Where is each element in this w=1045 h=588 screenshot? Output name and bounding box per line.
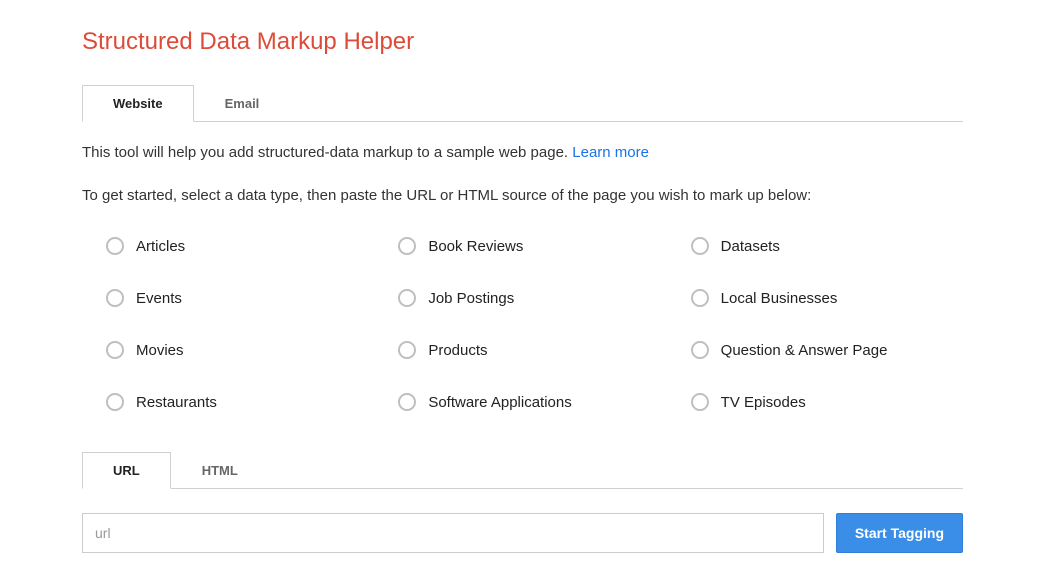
radio-icon [106, 237, 124, 255]
radio-label: Articles [136, 238, 185, 255]
radio-icon [691, 393, 709, 411]
radio-label: Book Reviews [428, 238, 523, 255]
radio-icon [106, 393, 124, 411]
radio-products[interactable]: Products [398, 341, 670, 359]
radio-icon [106, 289, 124, 307]
radio-label: Job Postings [428, 290, 514, 307]
radio-icon [691, 341, 709, 359]
radio-label: Software Applications [428, 394, 571, 411]
radio-book-reviews[interactable]: Book Reviews [398, 237, 670, 255]
radio-datasets[interactable]: Datasets [691, 237, 963, 255]
tab-url[interactable]: URL [82, 452, 171, 489]
instruction-text: To get started, select a data type, then… [82, 185, 963, 208]
radio-label: Local Businesses [721, 290, 838, 307]
radio-label: Question & Answer Page [721, 342, 888, 359]
start-tagging-button[interactable]: Start Tagging [836, 513, 963, 553]
data-type-grid: Articles Book Reviews Datasets Events Jo… [82, 237, 963, 411]
radio-label: Restaurants [136, 394, 217, 411]
main-tabs: Website Email [82, 84, 963, 122]
tab-website[interactable]: Website [82, 85, 194, 122]
input-row: Start Tagging [82, 513, 963, 553]
learn-more-link[interactable]: Learn more [572, 144, 649, 161]
radio-icon [398, 341, 416, 359]
radio-label: Events [136, 290, 182, 307]
radio-icon [398, 393, 416, 411]
radio-label: Datasets [721, 238, 780, 255]
radio-question-answer[interactable]: Question & Answer Page [691, 341, 963, 359]
radio-icon [398, 289, 416, 307]
radio-icon [691, 237, 709, 255]
radio-label: TV Episodes [721, 394, 806, 411]
radio-local-businesses[interactable]: Local Businesses [691, 289, 963, 307]
intro-text: This tool will help you add structured-d… [82, 142, 963, 165]
radio-icon [398, 237, 416, 255]
radio-label: Products [428, 342, 487, 359]
page-title: Structured Data Markup Helper [82, 28, 963, 56]
tab-email[interactable]: Email [194, 85, 291, 122]
tab-html[interactable]: HTML [171, 452, 269, 489]
radio-articles[interactable]: Articles [106, 237, 378, 255]
radio-movies[interactable]: Movies [106, 341, 378, 359]
input-tabs: URL HTML [82, 451, 963, 489]
url-input[interactable] [82, 513, 824, 553]
radio-job-postings[interactable]: Job Postings [398, 289, 670, 307]
radio-software-applications[interactable]: Software Applications [398, 393, 670, 411]
radio-icon [106, 341, 124, 359]
radio-tv-episodes[interactable]: TV Episodes [691, 393, 963, 411]
radio-icon [691, 289, 709, 307]
intro-text-span: This tool will help you add structured-d… [82, 144, 572, 161]
radio-events[interactable]: Events [106, 289, 378, 307]
radio-label: Movies [136, 342, 184, 359]
radio-restaurants[interactable]: Restaurants [106, 393, 378, 411]
